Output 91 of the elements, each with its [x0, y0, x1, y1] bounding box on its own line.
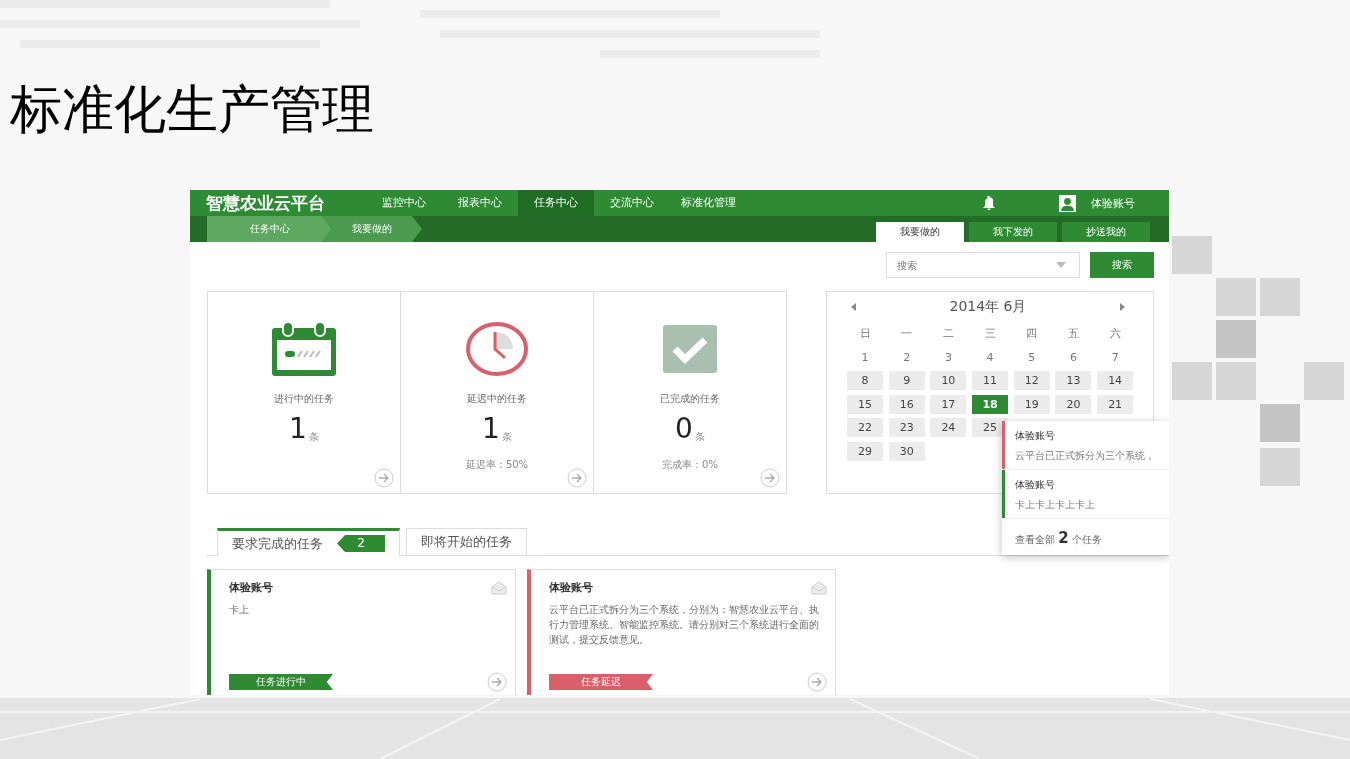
nav-item[interactable]: 监控中心	[366, 190, 442, 216]
task-card[interactable]: 体验账号 卡上 任务进行中	[207, 569, 516, 695]
calendar-day[interactable]: 17	[930, 394, 967, 414]
calendar-day[interactable]: 30	[888, 441, 925, 461]
caret-icon	[1056, 262, 1066, 268]
task-tab-label: 即将开始的任务	[421, 533, 512, 551]
calendar-day[interactable]: 23	[888, 418, 925, 437]
weekday-label: 六	[1108, 326, 1122, 342]
calendar-day[interactable]: 11	[972, 371, 1009, 390]
popup-item-text: 云平台已正式拆分为三个系统，	[1015, 449, 1156, 463]
arrow-right-icon[interactable]	[567, 468, 587, 488]
stat-unit: 条	[308, 430, 319, 444]
task-tab[interactable]: 即将开始的任务	[406, 528, 527, 555]
view-all-link[interactable]: 查看全部 2 个任务	[1002, 519, 1169, 555]
weekday-label: 三	[983, 326, 997, 342]
weekday-label: 四	[1025, 326, 1039, 342]
calendar-day[interactable]: 15	[847, 394, 883, 414]
search-button[interactable]: 搜索	[1090, 252, 1154, 278]
previous-month-icon[interactable]	[851, 303, 856, 311]
stat-count: 1	[289, 414, 307, 444]
stat-unit: 条	[694, 430, 705, 444]
calendar-day[interactable]: 14	[1097, 371, 1134, 390]
stat-count: 0	[675, 414, 693, 444]
weekday-label: 日	[858, 326, 872, 342]
calendar-day[interactable]: 19	[1013, 394, 1050, 414]
calendar-day[interactable]: 29	[847, 441, 883, 461]
stat-count: 1	[482, 414, 500, 444]
stat-label: 延迟中的任务	[467, 392, 527, 406]
calendar-day[interactable]: 3	[930, 347, 967, 367]
calendar-day[interactable]: 22	[847, 418, 883, 437]
calendar-day[interactable]: 5	[1013, 347, 1050, 367]
popup-item-text: 卡上卡上卡上卡上	[1015, 498, 1096, 512]
clock-icon	[465, 322, 529, 376]
status-ribbon: 任务进行中	[229, 674, 333, 690]
logo: 智慧农业云平台	[205, 191, 326, 215]
calendar-day[interactable]: 16	[888, 394, 925, 414]
search-field[interactable]: 搜索	[886, 252, 1080, 278]
task-card[interactable]: 体验账号 云平台已正式拆分为三个系统，分别为：智慧农业云平台、执行力管理系统、智能监控系统。请分别对三个系统进行全面的测试，提交反馈意见。 任务延迟	[527, 569, 836, 695]
checkmark-icon	[663, 322, 717, 376]
next-month-icon[interactable]	[1120, 303, 1125, 311]
status-ribbon: 任务延迟	[549, 674, 653, 690]
task-tab-label: 要求完成的任务	[232, 534, 323, 553]
arrow-right-icon[interactable]	[807, 672, 827, 692]
calendar-title: 2014年 6月	[949, 298, 1027, 316]
stat-rate: 延迟率：50%	[465, 458, 529, 472]
stat-label: 进行中的任务	[274, 392, 334, 406]
view-tab[interactable]: 抄送我的	[1062, 222, 1150, 242]
task-tab[interactable]: 要求完成的任务 2	[217, 528, 400, 556]
stat-rate: 完成率：0%	[662, 458, 718, 472]
calendar-day[interactable]: 13	[1055, 371, 1092, 390]
envelope-icon[interactable]	[811, 580, 827, 595]
calendar-day[interactable]: 6	[1055, 347, 1092, 367]
slide-title: 标准化生产管理	[10, 80, 374, 138]
calendar-day[interactable]: 10	[930, 371, 967, 390]
weekday-label: 二	[941, 326, 955, 342]
stat-label: 已完成的任务	[660, 392, 720, 406]
task-title: 体验账号	[549, 580, 593, 595]
user-name[interactable]: 体验账号	[1091, 195, 1135, 211]
calendar-day[interactable]: 20	[1055, 394, 1092, 414]
nav-item[interactable]: 任务中心	[518, 190, 594, 216]
calendar-day[interactable]: 12	[1013, 371, 1050, 390]
arrow-right-icon[interactable]	[760, 468, 780, 488]
calendar-day[interactable]: 9	[888, 371, 925, 390]
calendar-day[interactable]: 7	[1097, 347, 1134, 367]
nav-item[interactable]: 报表中心	[442, 190, 518, 216]
user-icon[interactable]	[1059, 194, 1076, 212]
bell-icon[interactable]	[983, 196, 995, 210]
calendar-day[interactable]: 8	[847, 371, 883, 390]
calendar-day[interactable]: 2	[888, 347, 925, 367]
calendar-day[interactable]: 21	[1097, 394, 1134, 414]
envelope-icon[interactable]	[491, 580, 507, 595]
count-badge: 2	[337, 535, 385, 552]
calendar-day[interactable]: 4	[972, 347, 1009, 367]
arrow-right-icon[interactable]	[374, 468, 394, 488]
nav-item[interactable]: 交流中心	[594, 190, 670, 216]
popup-item-title: 体验账号	[1015, 429, 1056, 443]
task-text: 云平台已正式拆分为三个系统，分别为：智慧农业云平台、执行力管理系统、智能监控系统。请分别对三个系统进行全面的测试，提交反馈意见。	[549, 603, 820, 647]
calendar-day[interactable]: 24	[930, 418, 967, 437]
calendar-day[interactable]: 18	[972, 394, 1009, 414]
weekday-label: 五	[1066, 326, 1080, 342]
task-title: 体验账号	[229, 580, 273, 595]
view-tab[interactable]: 我下发的	[969, 222, 1057, 242]
view-tab[interactable]: 我要做的	[876, 222, 964, 242]
popup-item-title: 体验账号	[1015, 478, 1056, 492]
stat-unit: 条	[501, 430, 512, 444]
task-text: 卡上	[229, 603, 250, 617]
calendar-day[interactable]: 1	[847, 347, 883, 367]
arrow-right-icon[interactable]	[487, 672, 507, 692]
calendar-icon	[272, 322, 336, 376]
nav-item[interactable]: 标准化管理	[670, 190, 746, 216]
weekday-label: 一	[900, 326, 914, 342]
